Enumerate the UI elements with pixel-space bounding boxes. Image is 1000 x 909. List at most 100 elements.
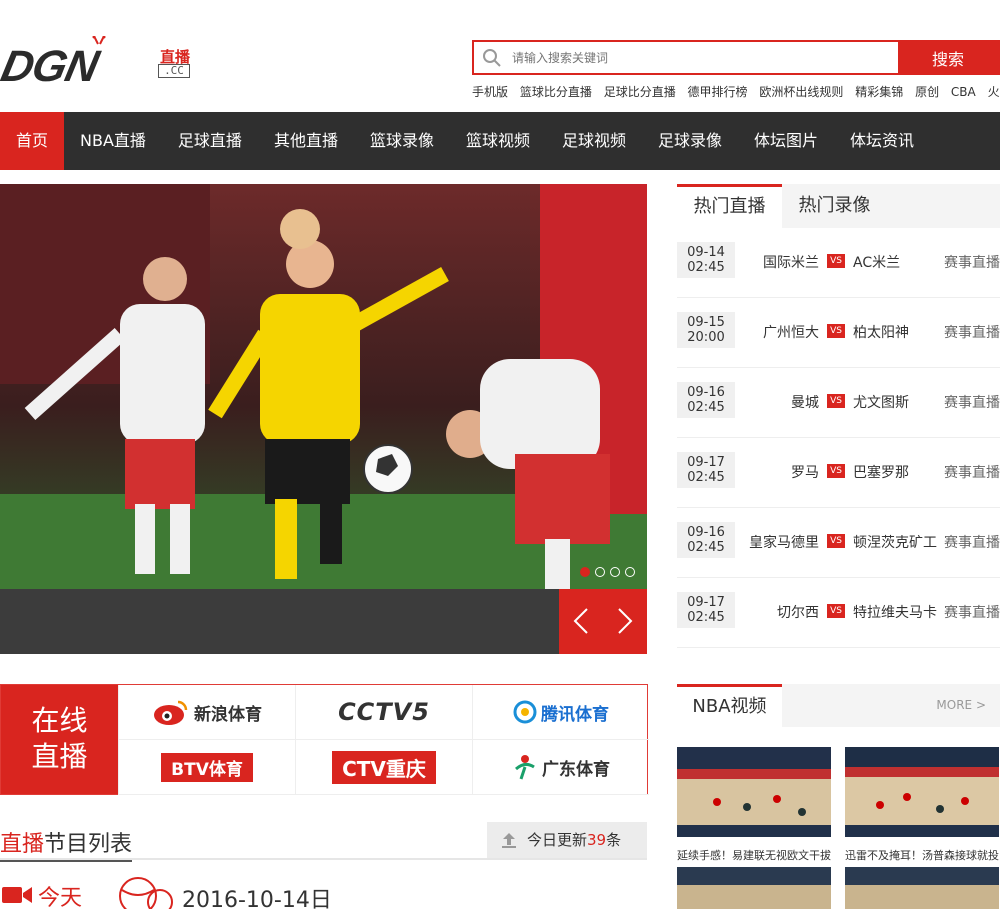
vs-badge: VS xyxy=(827,254,845,268)
channel-btv-sports[interactable]: BTV体育 xyxy=(118,740,295,795)
banner-image xyxy=(0,184,647,589)
nav-item-home[interactable]: 首页 xyxy=(0,112,65,170)
balls-icon xyxy=(98,876,173,909)
video-caption: 延续手感！易建联无视欧文干拔三 xyxy=(677,849,831,862)
hotlink[interactable]: 精彩集锦 xyxy=(855,85,903,99)
vs-badge: VS xyxy=(827,604,845,618)
video-card[interactable]: 迅雷不及掩耳！汤普森接球就投三 xyxy=(845,747,999,863)
hero-banner[interactable] xyxy=(0,184,647,654)
nba-video-title: NBA视频 xyxy=(677,684,782,727)
match-row[interactable]: 09-15 20:00 广州恒大 VS 柏太阳神 赛事直播 xyxy=(677,298,1000,368)
hotlink[interactable]: 足球比分直播 xyxy=(604,85,676,99)
nav-item-sports-photos[interactable]: 体坛图片 xyxy=(738,112,834,170)
vs-badge: VS xyxy=(827,534,845,548)
away-team: 柏太阳神 xyxy=(853,325,909,341)
match-row[interactable]: 09-16 02:45 皇家马德里 VS 顿涅茨克矿工 赛事直播 xyxy=(677,508,1000,578)
arrow-right-icon[interactable] xyxy=(618,608,633,634)
carousel-dot[interactable] xyxy=(595,567,605,577)
video-thumbnail xyxy=(677,747,831,837)
guangdong-sports-icon xyxy=(515,755,535,780)
hotlink[interactable]: 欧洲杯出线规则 xyxy=(759,85,843,99)
search-button[interactable]: 搜索 xyxy=(898,40,998,75)
carousel-dot[interactable] xyxy=(625,567,635,577)
match-live-link[interactable]: 赛事直播 xyxy=(944,252,1000,272)
nav-item-football-live[interactable]: 足球直播 xyxy=(162,112,258,170)
video-thumbnail xyxy=(677,867,831,909)
match-live-link[interactable]: 赛事直播 xyxy=(944,602,1000,622)
nav-item-basketball-video[interactable]: 篮球视频 xyxy=(450,112,546,170)
carousel-dot[interactable] xyxy=(580,567,590,577)
today-update-badge: 今日更新39条 xyxy=(487,822,647,858)
match-row[interactable]: 09-14 02:45 国际米兰 VS AC米兰 赛事直播 xyxy=(677,228,1000,298)
video-thumbnail xyxy=(845,747,999,837)
hotlink[interactable]: 手机版 xyxy=(472,85,508,99)
tab-hot-live[interactable]: 热门直播 xyxy=(677,184,782,228)
nav-item-sports-news[interactable]: 体坛资讯 xyxy=(834,112,930,170)
channel-cctv5[interactable]: CCTV5 xyxy=(295,685,472,740)
page: DGN 直播 .CC 搜索 手机版 篮球比分直播 足球比分直播 德甲排行榜 欧洲… xyxy=(0,0,1000,909)
match-time: 09-16 02:45 xyxy=(677,382,735,418)
search-input[interactable] xyxy=(512,42,892,73)
tencent-icon xyxy=(513,700,537,724)
home-team: 皇家马德里 xyxy=(749,535,819,551)
match-live-link[interactable]: 赛事直播 xyxy=(944,322,1000,342)
search-icon xyxy=(483,49,501,67)
hotlink[interactable]: 篮球比分直播 xyxy=(520,85,592,99)
away-team: 巴塞罗那 xyxy=(853,465,909,481)
carousel-arrows xyxy=(559,589,647,654)
match-time: 09-17 02:45 xyxy=(677,452,735,488)
vs-badge: VS xyxy=(827,324,845,338)
home-team: 罗马 xyxy=(791,465,819,481)
video-card[interactable] xyxy=(677,867,831,909)
site-logo[interactable]: DGN 直播 .CC xyxy=(0,36,202,91)
nav-item-nba-live[interactable]: NBA直播 xyxy=(64,112,162,170)
match-live-link[interactable]: 赛事直播 xyxy=(944,462,1000,482)
match-live-link[interactable]: 赛事直播 xyxy=(944,392,1000,412)
match-row[interactable]: 09-17 02:45 切尔西 VS 特拉维夫马卡 赛事直播 xyxy=(677,578,1000,648)
home-team: 曼城 xyxy=(791,395,819,411)
hotlink[interactable]: 德甲排行榜 xyxy=(688,85,748,99)
channel-sina-sports[interactable]: 新浪体育 xyxy=(118,685,295,740)
home-team: 广州恒大 xyxy=(763,325,819,341)
match-time: 09-15 20:00 xyxy=(677,312,735,348)
tab-hot-replay[interactable]: 热门录像 xyxy=(782,184,887,228)
upload-icon xyxy=(502,833,516,848)
banner-caption-bar xyxy=(0,589,647,654)
nba-video-panel: NBA视频 MORE > 延续手感！易建联无视欧文干拔三 迅雷不及掩耳！汤普森接… xyxy=(677,684,1000,909)
video-thumbnail xyxy=(845,867,999,909)
more-link[interactable]: MORE > xyxy=(936,698,986,712)
carousel-dot[interactable] xyxy=(610,567,620,577)
nba-video-header: NBA视频 MORE > xyxy=(677,684,1000,727)
away-team: 顿涅茨克矿工 xyxy=(853,535,937,551)
arrow-left-icon[interactable] xyxy=(573,608,588,634)
video-card[interactable] xyxy=(845,867,999,909)
logo-cc-text: .CC xyxy=(158,64,190,78)
vs-badge: VS xyxy=(827,394,845,408)
away-team: AC米兰 xyxy=(853,255,901,271)
live-channels: 在线 直播 新浪体育 CCTV5 腾讯体育 BTV体育 CTV重庆 广东体育 xyxy=(0,684,649,795)
home-team: 国际米兰 xyxy=(763,255,819,271)
search-box: 搜索 xyxy=(472,40,1000,75)
channel-ctv-chongqing[interactable]: CTV重庆 xyxy=(295,740,472,795)
channel-guangdong-sports[interactable]: 广东体育 xyxy=(472,740,649,795)
program-list-title: 直播节目列表 xyxy=(0,826,133,862)
match-time: 09-16 02:45 xyxy=(677,522,735,558)
nav-item-other-live[interactable]: 其他直播 xyxy=(258,112,354,170)
hotlink[interactable]: 原创 xyxy=(915,85,939,99)
nav-item-basketball-replay[interactable]: 篮球录像 xyxy=(354,112,450,170)
today-label: 今天 xyxy=(38,886,83,909)
away-team: 尤文图斯 xyxy=(853,395,909,411)
today-row: 今天 2016-10-14日 xyxy=(0,874,647,909)
hotlink[interactable]: 火箭 xyxy=(988,85,1000,99)
match-row[interactable]: 09-16 02:45 曼城 VS 尤文图斯 赛事直播 xyxy=(677,368,1000,438)
match-row[interactable]: 09-17 02:45 罗马 VS 巴塞罗那 赛事直播 xyxy=(677,438,1000,508)
video-card[interactable]: 延续手感！易建联无视欧文干拔三 xyxy=(677,747,831,863)
nav-item-football-video[interactable]: 足球视频 xyxy=(546,112,642,170)
match-live-link[interactable]: 赛事直播 xyxy=(944,532,1000,552)
nav-item-football-replay[interactable]: 足球录像 xyxy=(642,112,738,170)
live-label: 在线 直播 xyxy=(1,685,118,794)
carousel-dots xyxy=(580,567,635,577)
hotlink[interactable]: CBA xyxy=(951,85,976,99)
channel-tencent-sports[interactable]: 腾讯体育 xyxy=(472,685,649,740)
video-camera-icon xyxy=(2,887,32,903)
